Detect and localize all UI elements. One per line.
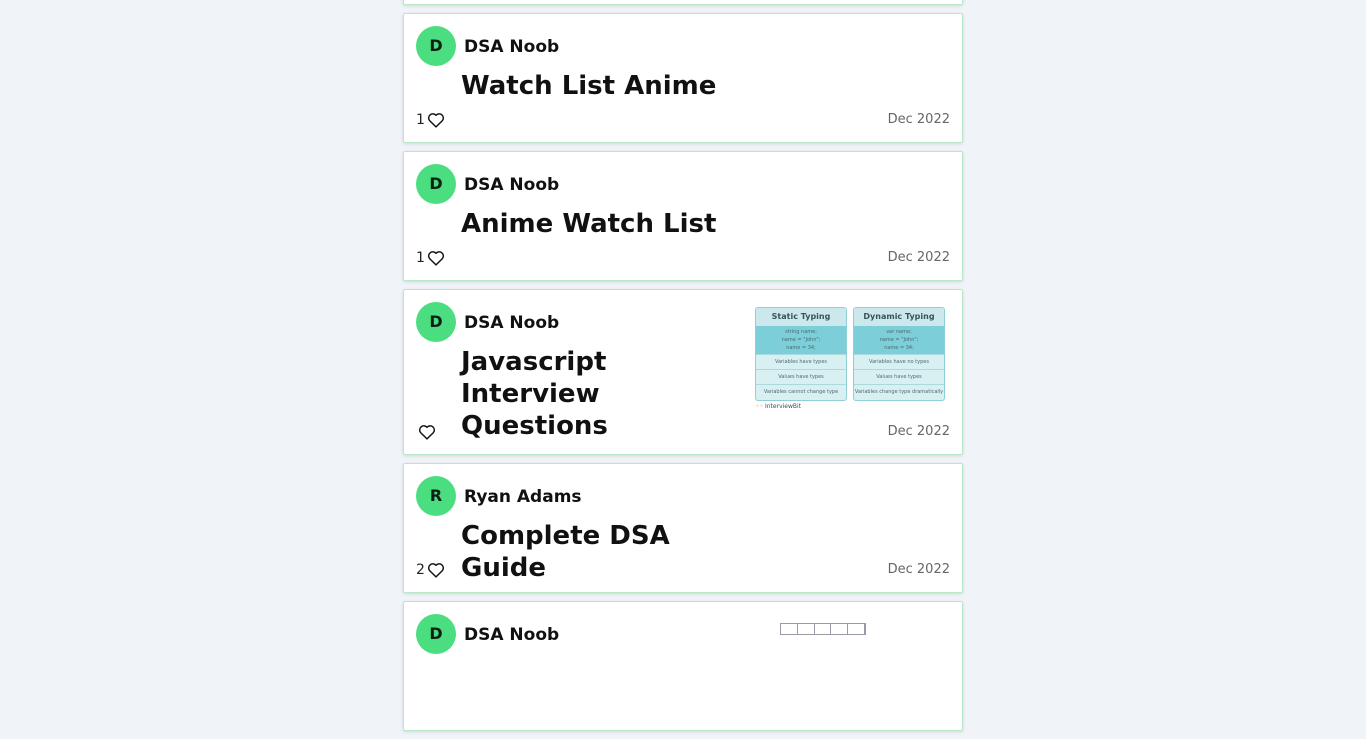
heart-icon[interactable] [427, 112, 445, 128]
like-count: 1 [416, 250, 425, 266]
code-line: name = "John"; [781, 337, 821, 343]
heart-icon[interactable] [427, 250, 445, 266]
post-date: Dec 2022 [887, 250, 950, 265]
post-card[interactable]: R Ryan Adams Complete DSA Guide 2 Dec 20… [403, 463, 963, 593]
brand-logo: ⁘⁘ InterviewBit [755, 403, 801, 410]
like-count: 1 [416, 112, 425, 128]
panel-row: Values have types [854, 369, 944, 384]
heart-icon[interactable] [427, 562, 445, 578]
post-card[interactable]: D DSA Noob Watch List Anime 1 Dec 2022 [403, 13, 963, 143]
author-name[interactable]: DSA Noob [464, 37, 559, 57]
avatar[interactable]: D [416, 302, 456, 342]
post-card[interactable]: D DSA Noob Javascript Interview Question… [403, 289, 963, 455]
post-date: Dec 2022 [887, 424, 950, 439]
post-title[interactable]: Watch List Anime [461, 70, 751, 102]
post-date: Dec 2022 [887, 112, 950, 127]
code-line: name = 34; [786, 345, 816, 351]
like-button[interactable]: 1 [416, 250, 445, 266]
post-thumbnail[interactable] [780, 623, 866, 635]
post-feed: D DSA Noob Watch List Anime 1 Dec 2022 D… [403, 0, 963, 739]
post-thumbnail[interactable]: Static Typing string name; name = "John"… [755, 307, 947, 415]
brand-name: InterviewBit [764, 403, 802, 410]
like-count: 2 [416, 562, 425, 578]
author-name[interactable]: DSA Noob [464, 175, 559, 195]
code-line: name = "John"; [879, 337, 919, 343]
panel-heading: Dynamic Typing [854, 308, 944, 326]
post-title[interactable]: Javascript Interview Questions [461, 346, 751, 442]
post-date: Dec 2022 [887, 562, 950, 577]
code-sample: var name; name = "John"; name = 34; [854, 326, 944, 354]
panel-row: Variables change type dramatically [854, 384, 944, 399]
brand-logo-icon: ⁘⁘ [755, 403, 764, 410]
panel-row: Variables have no types [854, 354, 944, 369]
like-button[interactable]: 2 [416, 562, 445, 578]
avatar[interactable]: R [416, 476, 456, 516]
panel-row: Values have types [756, 369, 846, 384]
post-card-partial-top[interactable] [403, 0, 963, 5]
panel-row: Variables cannot change type [756, 384, 846, 399]
author-name[interactable]: DSA Noob [464, 625, 559, 645]
post-card-partial-bottom[interactable]: D DSA Noob [403, 601, 963, 731]
code-sample: string name; name = "John"; name = 34; [756, 326, 846, 354]
like-button[interactable] [416, 424, 436, 440]
post-card[interactable]: D DSA Noob Anime Watch List 1 Dec 2022 [403, 151, 963, 281]
author-name[interactable]: DSA Noob [464, 313, 559, 333]
dynamic-typing-panel: Dynamic Typing var name; name = "John"; … [853, 307, 945, 401]
code-line: var name; [886, 329, 912, 335]
avatar[interactable]: D [416, 26, 456, 66]
like-button[interactable]: 1 [416, 112, 445, 128]
static-typing-panel: Static Typing string name; name = "John"… [755, 307, 847, 401]
panel-heading: Static Typing [756, 308, 846, 326]
post-title[interactable]: Complete DSA Guide [461, 520, 751, 584]
post-title[interactable]: Anime Watch List [461, 208, 751, 240]
heart-icon[interactable] [418, 424, 436, 440]
code-line: name = 34; [884, 345, 914, 351]
code-line: string name; [785, 329, 817, 335]
avatar[interactable]: D [416, 614, 456, 654]
avatar[interactable]: D [416, 164, 456, 204]
author-name[interactable]: Ryan Adams [464, 487, 582, 507]
panel-row: Variables have types [756, 354, 846, 369]
